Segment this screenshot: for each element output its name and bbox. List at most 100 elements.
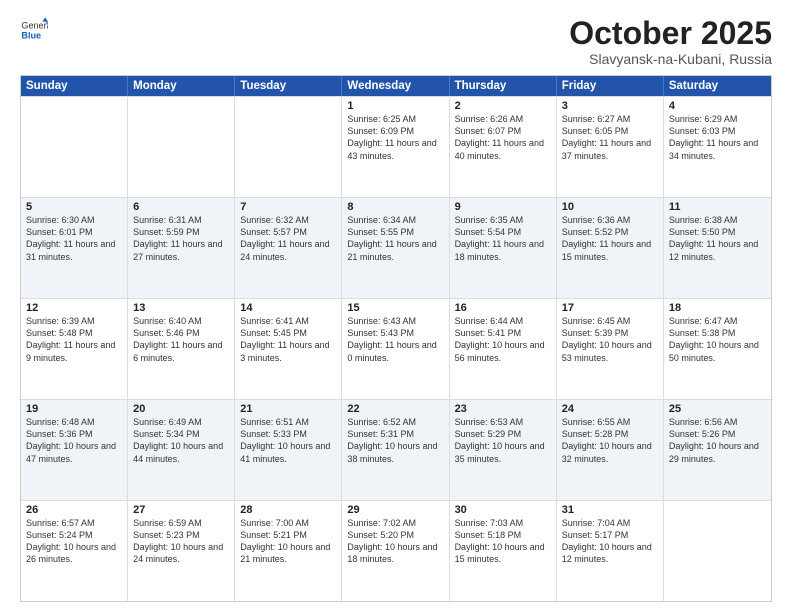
day-number: 28 [240, 504, 336, 516]
cell-info: Sunrise: 6:40 AM Sunset: 5:46 PM Dayligh… [133, 315, 229, 364]
cal-cell: 18Sunrise: 6:47 AM Sunset: 5:38 PM Dayli… [664, 299, 771, 399]
cal-row-2: 12Sunrise: 6:39 AM Sunset: 5:48 PM Dayli… [21, 298, 771, 399]
cell-info: Sunrise: 6:44 AM Sunset: 5:41 PM Dayligh… [455, 315, 551, 364]
cal-row-1: 5Sunrise: 6:30 AM Sunset: 6:01 PM Daylig… [21, 197, 771, 298]
day-number: 10 [562, 201, 658, 213]
cell-info: Sunrise: 6:27 AM Sunset: 6:05 PM Dayligh… [562, 113, 658, 162]
subtitle: Slavyansk-na-Kubani, Russia [569, 51, 772, 67]
day-number: 1 [347, 100, 443, 112]
calendar-header-row: SundayMondayTuesdayWednesdayThursdayFrid… [21, 76, 771, 96]
cell-info: Sunrise: 7:04 AM Sunset: 5:17 PM Dayligh… [562, 517, 658, 566]
cal-cell: 30Sunrise: 7:03 AM Sunset: 5:18 PM Dayli… [450, 501, 557, 601]
cell-info: Sunrise: 6:41 AM Sunset: 5:45 PM Dayligh… [240, 315, 336, 364]
cell-info: Sunrise: 6:39 AM Sunset: 5:48 PM Dayligh… [26, 315, 122, 364]
cell-info: Sunrise: 6:53 AM Sunset: 5:29 PM Dayligh… [455, 416, 551, 465]
cal-cell: 5Sunrise: 6:30 AM Sunset: 6:01 PM Daylig… [21, 198, 128, 298]
cell-info: Sunrise: 6:52 AM Sunset: 5:31 PM Dayligh… [347, 416, 443, 465]
day-number: 5 [26, 201, 122, 213]
cal-cell: 7Sunrise: 6:32 AM Sunset: 5:57 PM Daylig… [235, 198, 342, 298]
day-number: 15 [347, 302, 443, 314]
cal-header-wednesday: Wednesday [342, 76, 449, 96]
cal-header-sunday: Sunday [21, 76, 128, 96]
cal-cell: 22Sunrise: 6:52 AM Sunset: 5:31 PM Dayli… [342, 400, 449, 500]
cal-cell: 8Sunrise: 6:34 AM Sunset: 5:55 PM Daylig… [342, 198, 449, 298]
header: General Blue October 2025 Slavyansk-na-K… [20, 16, 772, 67]
day-number: 23 [455, 403, 551, 415]
cal-cell: 6Sunrise: 6:31 AM Sunset: 5:59 PM Daylig… [128, 198, 235, 298]
day-number: 17 [562, 302, 658, 314]
cal-cell: 14Sunrise: 6:41 AM Sunset: 5:45 PM Dayli… [235, 299, 342, 399]
cell-info: Sunrise: 6:25 AM Sunset: 6:09 PM Dayligh… [347, 113, 443, 162]
cal-cell: 17Sunrise: 6:45 AM Sunset: 5:39 PM Dayli… [557, 299, 664, 399]
cal-cell: 31Sunrise: 7:04 AM Sunset: 5:17 PM Dayli… [557, 501, 664, 601]
month-title: October 2025 [569, 16, 772, 51]
cell-info: Sunrise: 6:48 AM Sunset: 5:36 PM Dayligh… [26, 416, 122, 465]
day-number: 19 [26, 403, 122, 415]
cell-info: Sunrise: 7:03 AM Sunset: 5:18 PM Dayligh… [455, 517, 551, 566]
cal-row-0: 1Sunrise: 6:25 AM Sunset: 6:09 PM Daylig… [21, 96, 771, 197]
cell-info: Sunrise: 6:31 AM Sunset: 5:59 PM Dayligh… [133, 214, 229, 263]
cal-cell: 23Sunrise: 6:53 AM Sunset: 5:29 PM Dayli… [450, 400, 557, 500]
cal-header-thursday: Thursday [450, 76, 557, 96]
cell-info: Sunrise: 7:00 AM Sunset: 5:21 PM Dayligh… [240, 517, 336, 566]
svg-text:Blue: Blue [21, 30, 41, 40]
cell-info: Sunrise: 6:35 AM Sunset: 5:54 PM Dayligh… [455, 214, 551, 263]
calendar-body: 1Sunrise: 6:25 AM Sunset: 6:09 PM Daylig… [21, 96, 771, 601]
cal-cell [235, 97, 342, 197]
cell-info: Sunrise: 6:38 AM Sunset: 5:50 PM Dayligh… [669, 214, 766, 263]
day-number: 26 [26, 504, 122, 516]
cell-info: Sunrise: 6:55 AM Sunset: 5:28 PM Dayligh… [562, 416, 658, 465]
day-number: 12 [26, 302, 122, 314]
day-number: 31 [562, 504, 658, 516]
cal-cell [128, 97, 235, 197]
cal-header-saturday: Saturday [664, 76, 771, 96]
day-number: 27 [133, 504, 229, 516]
svg-text:General: General [21, 21, 48, 31]
logo: General Blue [20, 16, 50, 44]
cell-info: Sunrise: 7:02 AM Sunset: 5:20 PM Dayligh… [347, 517, 443, 566]
cal-cell: 29Sunrise: 7:02 AM Sunset: 5:20 PM Dayli… [342, 501, 449, 601]
day-number: 18 [669, 302, 766, 314]
cal-cell: 24Sunrise: 6:55 AM Sunset: 5:28 PM Dayli… [557, 400, 664, 500]
cal-cell [21, 97, 128, 197]
day-number: 25 [669, 403, 766, 415]
day-number: 4 [669, 100, 766, 112]
cal-cell: 3Sunrise: 6:27 AM Sunset: 6:05 PM Daylig… [557, 97, 664, 197]
cal-cell: 25Sunrise: 6:56 AM Sunset: 5:26 PM Dayli… [664, 400, 771, 500]
cal-cell: 19Sunrise: 6:48 AM Sunset: 5:36 PM Dayli… [21, 400, 128, 500]
cell-info: Sunrise: 6:59 AM Sunset: 5:23 PM Dayligh… [133, 517, 229, 566]
logo-icon: General Blue [20, 16, 48, 44]
cal-header-tuesday: Tuesday [235, 76, 342, 96]
day-number: 11 [669, 201, 766, 213]
page: General Blue October 2025 Slavyansk-na-K… [0, 0, 792, 612]
day-number: 2 [455, 100, 551, 112]
day-number: 22 [347, 403, 443, 415]
day-number: 14 [240, 302, 336, 314]
cal-header-monday: Monday [128, 76, 235, 96]
cell-info: Sunrise: 6:34 AM Sunset: 5:55 PM Dayligh… [347, 214, 443, 263]
cell-info: Sunrise: 6:32 AM Sunset: 5:57 PM Dayligh… [240, 214, 336, 263]
cal-cell: 21Sunrise: 6:51 AM Sunset: 5:33 PM Dayli… [235, 400, 342, 500]
cal-cell: 9Sunrise: 6:35 AM Sunset: 5:54 PM Daylig… [450, 198, 557, 298]
cal-header-friday: Friday [557, 76, 664, 96]
cal-cell: 15Sunrise: 6:43 AM Sunset: 5:43 PM Dayli… [342, 299, 449, 399]
cal-cell: 20Sunrise: 6:49 AM Sunset: 5:34 PM Dayli… [128, 400, 235, 500]
cell-info: Sunrise: 6:56 AM Sunset: 5:26 PM Dayligh… [669, 416, 766, 465]
cal-cell: 13Sunrise: 6:40 AM Sunset: 5:46 PM Dayli… [128, 299, 235, 399]
cal-cell: 27Sunrise: 6:59 AM Sunset: 5:23 PM Dayli… [128, 501, 235, 601]
day-number: 29 [347, 504, 443, 516]
day-number: 30 [455, 504, 551, 516]
day-number: 20 [133, 403, 229, 415]
title-block: October 2025 Slavyansk-na-Kubani, Russia [569, 16, 772, 67]
cal-row-4: 26Sunrise: 6:57 AM Sunset: 5:24 PM Dayli… [21, 500, 771, 601]
cal-cell: 28Sunrise: 7:00 AM Sunset: 5:21 PM Dayli… [235, 501, 342, 601]
cell-info: Sunrise: 6:51 AM Sunset: 5:33 PM Dayligh… [240, 416, 336, 465]
day-number: 16 [455, 302, 551, 314]
cal-cell: 2Sunrise: 6:26 AM Sunset: 6:07 PM Daylig… [450, 97, 557, 197]
day-number: 9 [455, 201, 551, 213]
cal-cell: 12Sunrise: 6:39 AM Sunset: 5:48 PM Dayli… [21, 299, 128, 399]
cell-info: Sunrise: 6:47 AM Sunset: 5:38 PM Dayligh… [669, 315, 766, 364]
cal-cell: 4Sunrise: 6:29 AM Sunset: 6:03 PM Daylig… [664, 97, 771, 197]
cell-info: Sunrise: 6:57 AM Sunset: 5:24 PM Dayligh… [26, 517, 122, 566]
day-number: 7 [240, 201, 336, 213]
